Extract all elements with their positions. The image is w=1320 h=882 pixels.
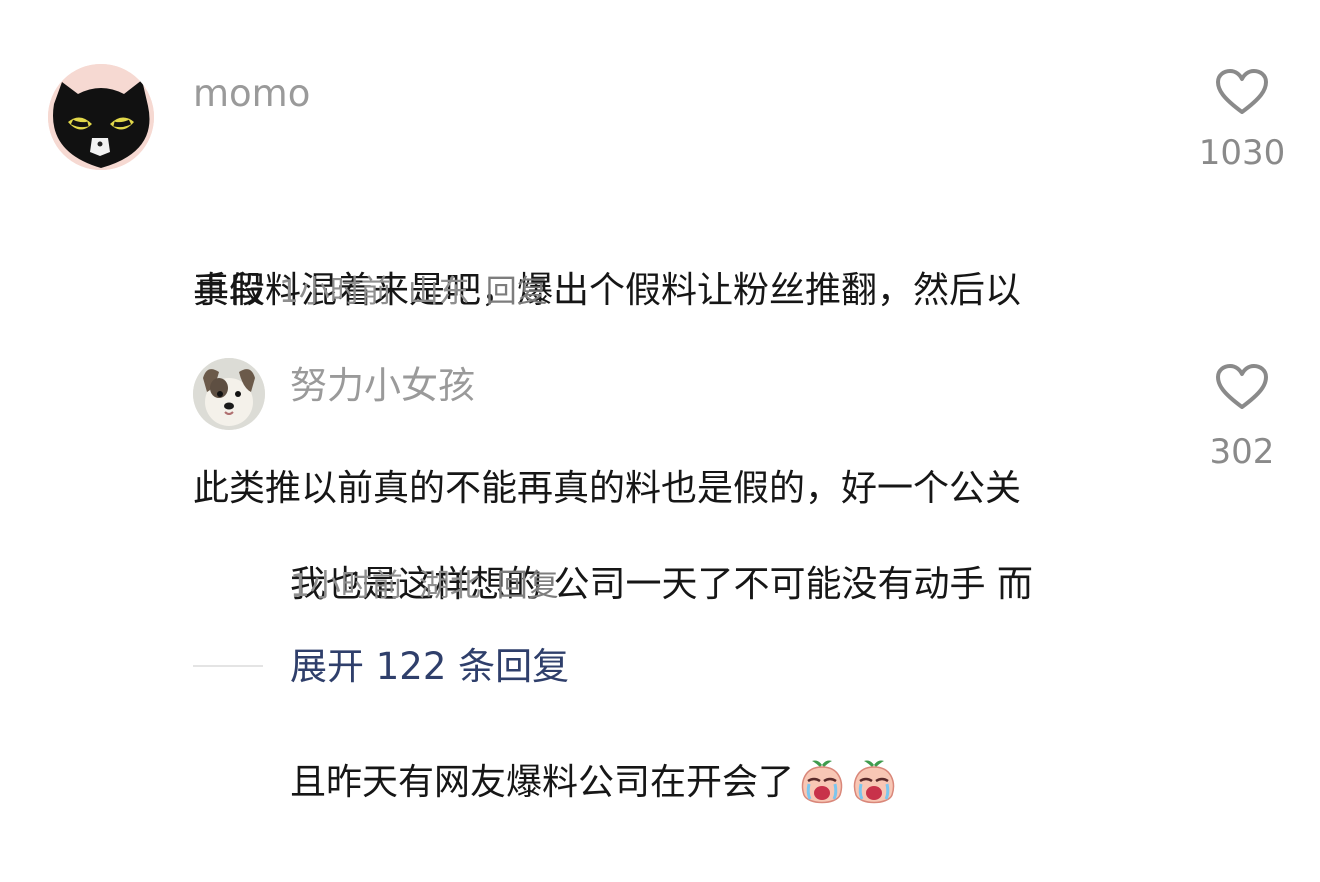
divider — [193, 665, 263, 667]
crying-peach-emoji-icon — [801, 760, 843, 804]
reply-text-line-2: 且昨天有网友爆料公司在开会了 — [290, 750, 1033, 816]
reply-button[interactable]: 回复 — [497, 568, 559, 604]
crying-peach-emoji-icon — [853, 760, 895, 804]
reply-meta: 1小时前 湖北 回复 — [290, 566, 575, 606]
comment-last-line-row: 手段 1小时前 山东 回复 — [193, 258, 564, 324]
puppy-avatar-icon — [193, 358, 265, 430]
reply-username[interactable]: 努力小女孩 — [290, 362, 475, 410]
comment-meta: 1小时前 山东 回复 — [279, 272, 564, 312]
comment-location: 山东 — [407, 274, 470, 310]
reply-time: 1小时前 — [290, 568, 403, 604]
reply-location: 湖北 — [418, 568, 481, 604]
like-count: 1030 — [1198, 133, 1286, 173]
reply-text-line: 且昨天有网友爆料公司在开会了 — [290, 762, 795, 803]
comment-text-line: 手段 — [193, 270, 266, 311]
heart-icon[interactable] — [1215, 363, 1269, 411]
comment-time: 1小时前 — [279, 274, 392, 310]
reply-button[interactable]: 回复 — [486, 274, 548, 310]
reply-like[interactable]: 302 — [1182, 363, 1302, 473]
comment-like[interactable]: 1030 — [1182, 68, 1302, 174]
black-cat-avatar-icon — [48, 64, 154, 170]
heart-icon[interactable] — [1215, 68, 1269, 116]
like-count: 302 — [1209, 432, 1275, 472]
expand-replies-button[interactable]: 展开 122 条回复 — [290, 644, 569, 690]
avatar[interactable] — [193, 358, 265, 430]
avatar[interactable] — [48, 64, 154, 170]
comment-username[interactable]: momo — [193, 70, 310, 118]
